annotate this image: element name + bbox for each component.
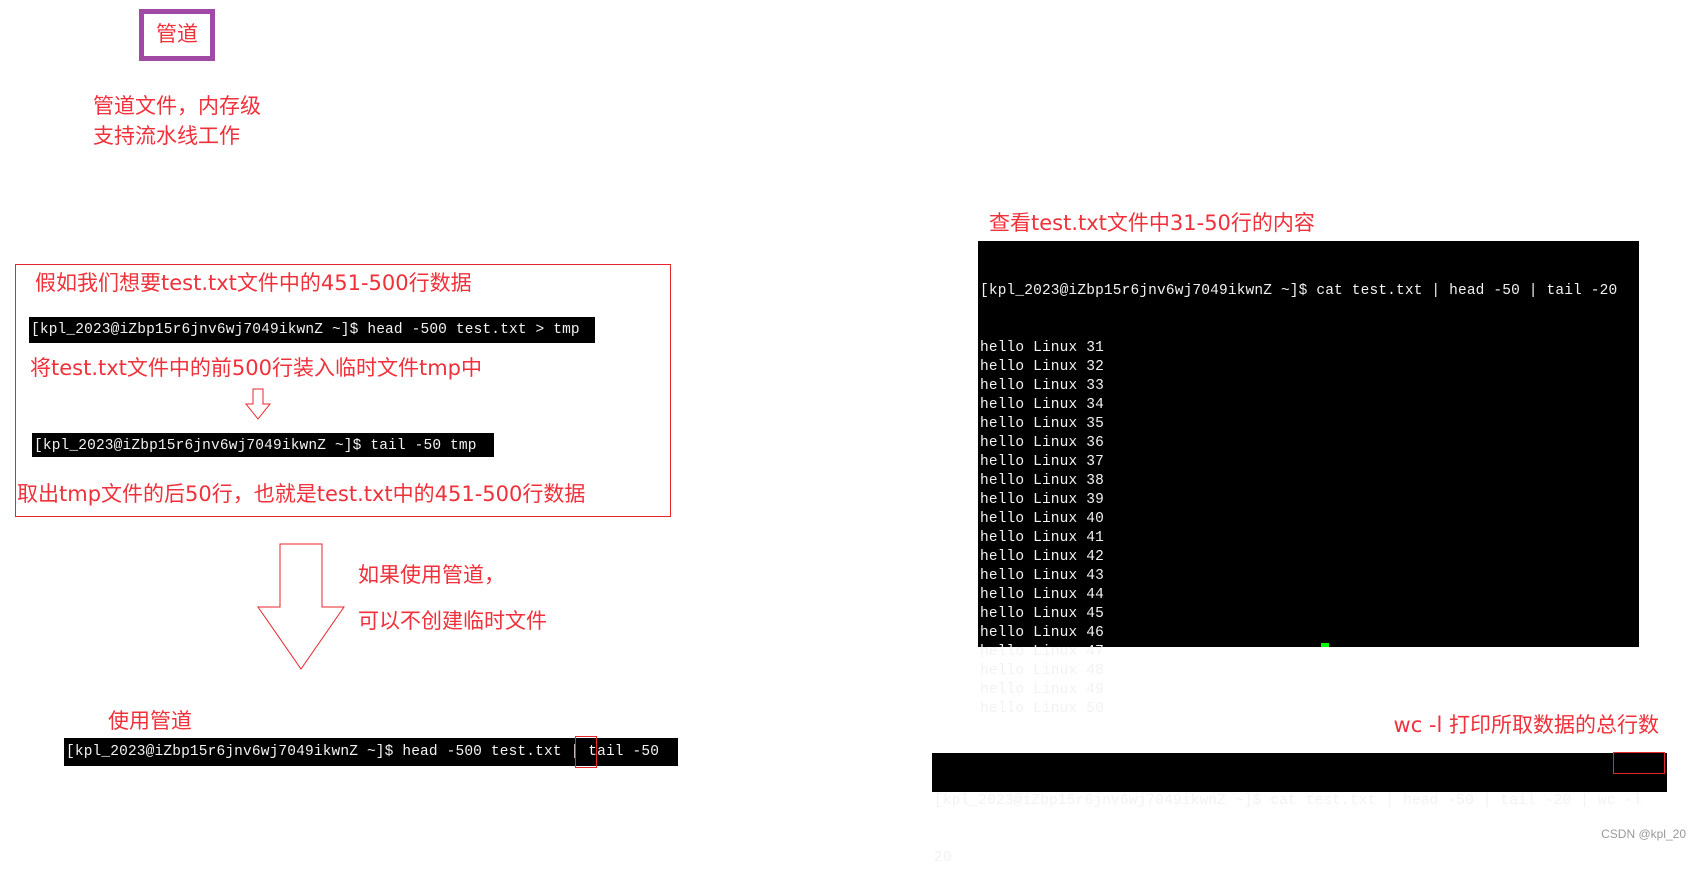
pipe-cmd-before: [kpl_2023@iZbp15r6jnv6wj7049ikwnZ ~]$ he… bbox=[66, 744, 571, 760]
wc-heading: wc -l 打印所取数据的总行数 bbox=[1393, 713, 1659, 737]
output-line: hello Linux 36 bbox=[980, 435, 1104, 451]
view-heading: 查看test.txt文件中31-50行的内容 bbox=[989, 211, 1315, 235]
pipe-hint-line-1: 如果使用管道， bbox=[358, 563, 505, 587]
wc-cmd-highlight: wc -l bbox=[1597, 793, 1643, 809]
output-line: hello Linux 38 bbox=[980, 473, 1104, 489]
output-line: hello Linux 35 bbox=[980, 416, 1104, 432]
intro-line-2: 支持流水线工作 bbox=[93, 124, 240, 148]
output-line: hello Linux 33 bbox=[980, 378, 1104, 394]
intro-line-1: 管道文件，内存级 bbox=[93, 94, 261, 118]
down-arrow-small-icon bbox=[244, 388, 272, 420]
output-line: hello Linux 32 bbox=[980, 359, 1104, 375]
output-line: hello Linux 48 bbox=[980, 663, 1104, 679]
wc-cmd-before: [kpl_2023@iZbp15r6jnv6wj7049ikwnZ ~]$ ca… bbox=[934, 793, 1590, 809]
output-line: hello Linux 47 bbox=[980, 644, 1104, 660]
title-box: 管道 bbox=[139, 9, 215, 61]
output-line: hello Linux 43 bbox=[980, 568, 1104, 584]
output-line: hello Linux 49 bbox=[980, 682, 1104, 698]
view-cmd: [kpl_2023@iZbp15r6jnv6wj7049ikwnZ ~]$ ca… bbox=[980, 283, 1618, 299]
terminal-wc: [kpl_2023@iZbp15r6jnv6wj7049ikwnZ ~]$ ca… bbox=[932, 753, 1667, 866]
output-line: hello Linux 46 bbox=[980, 625, 1104, 641]
output-line: hello Linux 31 bbox=[980, 340, 1104, 356]
example-note-1: 将test.txt文件中的前500行装入临时文件tmp中 bbox=[30, 356, 483, 380]
pipe-hint-line-2: 可以不创建临时文件 bbox=[358, 609, 547, 633]
wc-highlight-box bbox=[1613, 752, 1665, 774]
view-output: hello Linux 31 hello Linux 32 hello Linux … bbox=[980, 339, 1637, 719]
example-note-2: 取出tmp文件的后50行，也就是test.txt中的451-500行数据 bbox=[17, 482, 586, 506]
output-line: hello Linux 41 bbox=[980, 530, 1104, 546]
output-line: hello Linux 37 bbox=[980, 454, 1104, 470]
output-line: hello Linux 34 bbox=[980, 397, 1104, 413]
watermark: CSDN @kpl_20 bbox=[1601, 827, 1686, 841]
terminal-head-cmd: [kpl_2023@iZbp15r6jnv6wj7049ikwnZ ~]$ he… bbox=[29, 317, 595, 343]
terminal-view: [kpl_2023@iZbp15r6jnv6wj7049ikwnZ ~]$ ca… bbox=[978, 241, 1639, 717]
output-line: hello Linux 45 bbox=[980, 606, 1104, 622]
output-line: hello Linux 44 bbox=[980, 587, 1104, 603]
output-line: hello Linux 42 bbox=[980, 549, 1104, 565]
cursor bbox=[1321, 643, 1329, 647]
example-heading: 假如我们想要test.txt文件中的451-500行数据 bbox=[35, 271, 472, 295]
down-arrow-large-icon bbox=[257, 543, 345, 670]
terminal-tail-cmd: [kpl_2023@iZbp15r6jnv6wj7049ikwnZ ~]$ ta… bbox=[32, 433, 494, 457]
pipe-usage-label: 使用管道 bbox=[108, 709, 192, 733]
example-frame bbox=[15, 264, 671, 517]
wc-output: 20 bbox=[934, 850, 952, 866]
pipe-highlight-box bbox=[575, 736, 597, 768]
output-line: hello Linux 40 bbox=[980, 511, 1104, 527]
output-line: hello Linux 39 bbox=[980, 492, 1104, 508]
title-label: 管道 bbox=[156, 22, 198, 47]
